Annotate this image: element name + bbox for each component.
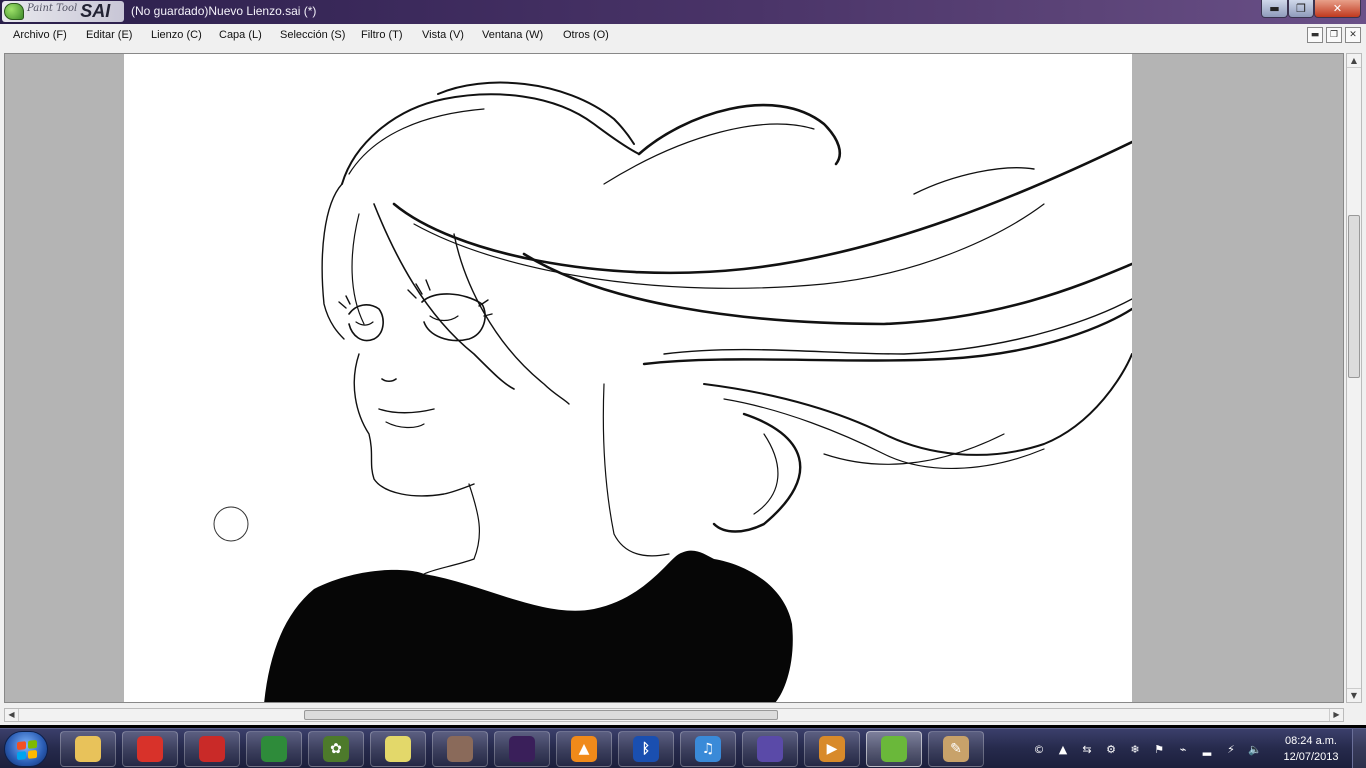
scroll-left-button[interactable]: ◀: [5, 709, 19, 721]
bluetooth-icon: ᛒ: [633, 736, 659, 762]
show-desktop-button[interactable]: [1352, 729, 1366, 768]
horizontal-scroll-thumb[interactable]: [303, 710, 778, 720]
painttool-sai-icon: [881, 736, 907, 762]
desktop-screen: Paint Tool SAI (No guardado)Nuevo Lienzo…: [0, 0, 1366, 768]
vertical-scroll-thumb[interactable]: [1348, 214, 1360, 378]
close-button[interactable]: ✕: [1314, 0, 1361, 18]
system-tray: © ▲ ⇆ ⚙ ❄ ⚑ ⌁ ▂ ⚡ 🔈: [1025, 729, 1275, 768]
taskbar-button-vlc[interactable]: ▲: [556, 731, 612, 767]
menu-filtro[interactable]: Filtro (T): [361, 29, 403, 41]
angry-birds-icon: [199, 736, 225, 762]
security-tray-icon[interactable]: ⚙: [1103, 741, 1119, 757]
windows-logo-icon: [17, 739, 37, 761]
clock-time[interactable]: 08:24 a.m.: [1279, 735, 1343, 747]
paint-icon: ✎: [943, 736, 969, 762]
sticky-notes-icon: [385, 736, 411, 762]
minimize-button[interactable]: ▬: [1261, 0, 1288, 18]
menu-ventana[interactable]: Ventana (W): [482, 29, 543, 41]
start-button[interactable]: [4, 731, 48, 767]
taskbar-button-game[interactable]: [432, 731, 488, 767]
network-tray-icon[interactable]: ⇆: [1079, 741, 1095, 757]
brush-cursor-icon: [213, 506, 249, 542]
flag-icon[interactable]: ⚑: [1151, 741, 1167, 757]
plants-vs-zombies-icon: ✿: [323, 736, 349, 762]
maximize-button[interactable]: ❐: [1288, 0, 1314, 18]
menu-editar[interactable]: Editar (E): [86, 29, 132, 41]
taskbar-button-sticky-notes[interactable]: [370, 731, 426, 767]
taskbar-button-angry-birds[interactable]: [184, 731, 240, 767]
menu-vista[interactable]: Vista (V): [422, 29, 464, 41]
menu-bar: Archivo (F) Editar (E) Lienzo (C) Capa (…: [0, 24, 1366, 47]
media-player-icon: ▶: [819, 736, 845, 762]
painttool-sai-logo-icon: [4, 3, 24, 20]
title-bar[interactable]: Paint Tool SAI (No guardado)Nuevo Lienzo…: [0, 0, 1366, 24]
angry-birds-space-icon: [509, 736, 535, 762]
angry-birds-icon: [137, 736, 163, 762]
taskbar-button-angry-birds-space[interactable]: [494, 731, 550, 767]
taskbar-button-angry-birds[interactable]: [122, 731, 178, 767]
taskbar-button-plants-vs-zombies[interactable]: ✿: [308, 731, 364, 767]
clock-date[interactable]: 12/07/2013: [1279, 751, 1343, 763]
taskbar-button-itunes[interactable]: ♫: [680, 731, 736, 767]
itunes-icon: ♫: [695, 736, 721, 762]
window-title: (No guardado)Nuevo Lienzo.sai (*): [131, 4, 317, 18]
document-close-button[interactable]: ✕: [1345, 27, 1361, 43]
taskbar-button-media-player[interactable]: ▶: [804, 731, 860, 767]
document-restore-button[interactable]: ❐: [1326, 27, 1342, 43]
copyright-icon[interactable]: ©: [1031, 741, 1047, 757]
taskbar-button-chrome[interactable]: [246, 731, 302, 767]
menu-otros[interactable]: Otros (O): [563, 29, 609, 41]
menu-lienzo[interactable]: Lienzo (C): [151, 29, 202, 41]
taskbar-button-bluetooth[interactable]: ᛒ: [618, 731, 674, 767]
document-minimize-button[interactable]: ▬: [1307, 27, 1323, 43]
volume-icon[interactable]: 🔈: [1247, 741, 1263, 757]
menu-capa[interactable]: Capa (L): [219, 29, 262, 41]
signal-icon[interactable]: ▂: [1199, 741, 1215, 757]
bittorrent-icon: [757, 736, 783, 762]
canvas-viewport[interactable]: [4, 53, 1344, 703]
logo-text-small: Paint Tool: [27, 3, 78, 14]
taskbar-button-paint[interactable]: ✎: [928, 731, 984, 767]
taskbar-button-painttool-sai[interactable]: [866, 731, 922, 767]
chrome-icon: [261, 736, 287, 762]
vlc-icon: ▲: [571, 736, 597, 762]
logo-text-big: SAI: [80, 1, 111, 21]
drawing-canvas[interactable]: [124, 54, 1132, 702]
taskbar: ✿ ▲ ᛒ ♫ ▶ ✎ © ▲ ⇆ ⚙ ❄ ⚑ ⌁ ▂ ⚡ 🔈 08:24 a.m. 12/07/2013: [0, 728, 1366, 768]
scroll-up-button[interactable]: ▲: [1347, 54, 1361, 68]
lineart-drawing: [213, 81, 1132, 702]
workspace: ▲ ▼ ◀ ▶: [0, 47, 1366, 725]
usb-icon[interactable]: ⌁: [1175, 741, 1191, 757]
taskbar-button-explorer[interactable]: [60, 731, 116, 767]
power-icon[interactable]: ⚡: [1223, 741, 1239, 757]
explorer-icon: [75, 736, 101, 762]
app-logo: Paint Tool SAI: [2, 1, 124, 22]
game-icon: [447, 736, 473, 762]
scroll-down-button[interactable]: ▼: [1347, 688, 1361, 702]
menu-archivo[interactable]: Archivo (F): [13, 29, 67, 41]
taskbar-button-bittorrent[interactable]: [742, 731, 798, 767]
snowflake-icon[interactable]: ❄: [1127, 741, 1143, 757]
menu-seleccion[interactable]: Selección (S): [280, 29, 345, 41]
vertical-scrollbar[interactable]: ▲ ▼: [1346, 53, 1362, 703]
horizontal-scrollbar[interactable]: ◀ ▶: [4, 708, 1344, 722]
vlc-tray-icon[interactable]: ▲: [1055, 741, 1071, 757]
scroll-right-button[interactable]: ▶: [1329, 709, 1343, 721]
